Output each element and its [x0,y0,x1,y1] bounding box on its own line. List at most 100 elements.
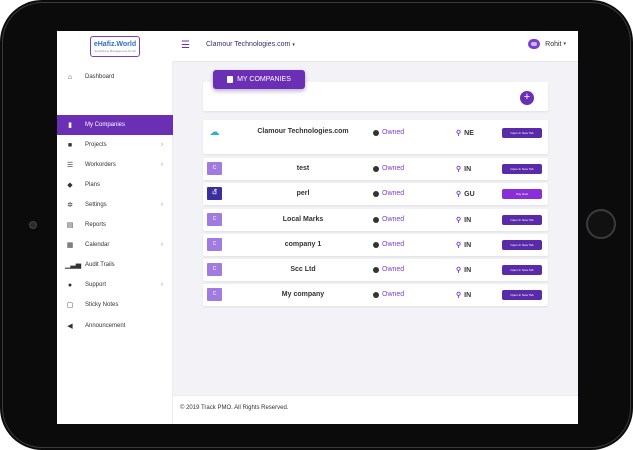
company-location: ⚲ IN [456,241,471,249]
status-dot-icon [373,291,379,298]
status-text: Owned [382,291,405,298]
location-code: NE [464,130,474,137]
status-dot-icon [373,165,379,172]
sidebar-item-sticky-notes[interactable]: ▢ Sticky Notes [57,295,173,315]
pay-now-button[interactable]: Pay Now [502,189,542,199]
building-icon: ▮ [68,122,72,129]
list-icon: ☰ [66,162,74,169]
sidebar-item-label: Calendar [85,242,110,248]
sidebar-item-reports[interactable]: ▤ Reports [57,215,173,235]
chevron-down-icon: ▾ [292,42,295,48]
map-pin-icon: ⚲ [456,191,462,198]
status-badge: Owned [373,165,404,172]
open-in-new-tab-button[interactable]: Open In New Tab [502,164,542,174]
calendar-icon: ▦ [66,242,74,249]
company-location: ⚲ GU [456,190,475,198]
app-screen: eHafiz.World Simplifying Management for … [57,31,578,424]
sidebar-item-workorders[interactable]: ☰ Workorders › [57,155,173,175]
logo-badge: eHafiz.World Simplifying Management for … [90,36,140,57]
sidebar-item-label: Audit Trails [85,262,115,268]
sidebar-item-plans[interactable]: ◆ Plans [57,175,173,195]
chevron-right-icon: › [161,242,163,248]
add-company-button[interactable]: + [520,91,534,105]
location-code: IN [464,166,472,173]
sidebar-item-support[interactable]: ● Support › [57,275,173,295]
status-text: Owned [382,241,405,248]
logo-tagline: Simplifying Management for All [94,48,136,53]
company-location: ⚲ IN [456,291,471,299]
footer: © 2019 Track PMO. All Rights Reserved. [173,395,578,424]
folder-icon: ■ [67,141,73,149]
hamburger-menu-icon[interactable]: ☰ [181,40,190,51]
status-text: Owned [382,266,405,273]
user-menu[interactable]: Rohit ▾ [528,39,566,49]
company-row[interactable]: ☁ Clamour Technologies.com Owned ⚲ NE Ope… [203,120,548,154]
company-row[interactable]: C Scc Ltd Owned ⚲ IN Open In New Tab [203,259,548,281]
sidebar-item-label: Announcement [85,323,126,329]
sidebar-item-label: Plans [85,182,101,188]
company-logo: C [207,288,222,301]
company-location: ⚲ NE [456,129,474,137]
cube-icon: ◆ [67,182,73,189]
company-logo: C [207,238,222,251]
company-row[interactable]: C test Owned ⚲ IN Open In New Tab [203,158,548,180]
company-name: company 1 [284,241,322,248]
open-in-new-tab-button[interactable]: Open In New Tab [502,290,542,300]
sidebar-item-dashboard[interactable]: ⌂ Dashboard [57,67,173,87]
map-pin-icon: ⚲ [456,166,462,173]
sidebar-item-label: Projects [85,142,107,148]
gear-icon: ✲ [67,202,73,209]
location-code: IN [464,267,472,274]
company-logo: பீ [207,187,222,200]
sidebar-item-label: Support [85,282,107,288]
page-title-text: MY COMPANIES [237,76,291,83]
company-row[interactable]: C My company Owned ⚲ IN Open In New Tab [203,284,548,306]
chevron-right-icon: › [161,142,163,148]
sidebar-item-announcement[interactable]: ◀ Announcement [57,316,173,336]
status-dot-icon [373,241,379,248]
map-pin-icon: ⚲ [456,267,462,274]
status-text: Owned [382,165,405,172]
sidebar-item-audit-trails[interactable]: ▁▃▅ Audit Trails [57,255,173,275]
location-code: IN [464,242,472,249]
sidebar-item-calendar[interactable]: ▦ Calendar › [57,235,173,255]
main-content: + MY COMPANIES ☁ Clamour Technologies.co… [173,62,578,424]
sidebar-item-my-companies[interactable]: ▮ My Companies [57,115,173,135]
map-pin-icon: ⚲ [456,130,462,137]
company-row[interactable]: C Local Marks Owned ⚲ IN Open In New Tab [203,209,548,231]
user-name: Rohit [545,40,562,48]
company-selector[interactable]: Clamour Technologies.com ▾ [206,41,295,48]
home-button[interactable] [586,209,616,239]
company-location: ⚲ IN [456,266,471,274]
open-in-new-tab-button[interactable]: Open In New Tab [502,240,542,250]
company-name: My company [281,291,325,298]
report-icon: ▤ [66,222,74,229]
page-title: MY COMPANIES [213,70,305,89]
company-row[interactable]: பீ perl Owned ⚲ GU Pay Now [203,183,548,205]
company-row[interactable]: C company 1 Owned ⚲ IN Open In New Tab [203,234,548,256]
home-icon: ⌂ [67,73,73,81]
sidebar: ⌂ Dashboard ▮ My Companies ■ Projects › … [57,62,173,424]
status-dot-icon [373,129,379,136]
sidebar-item-label: Workorders [85,162,116,168]
status-text: Owned [382,216,405,223]
location-code: IN [464,217,472,224]
open-in-new-tab-button[interactable]: Open In New Tab [502,128,542,138]
status-dot-icon [373,190,379,197]
open-in-new-tab-button[interactable]: Open In New Tab [502,215,542,225]
brand-logo[interactable]: eHafiz.World Simplifying Management for … [57,31,173,62]
company-name: Local Marks [282,216,324,223]
open-in-new-tab-button[interactable]: Open In New Tab [502,265,542,275]
sidebar-item-projects[interactable]: ■ Projects › [57,135,173,155]
status-badge: Owned [373,190,404,197]
logo-text: eHafiz.World [93,40,137,48]
location-code: GU [464,191,475,198]
sidebar-item-settings[interactable]: ✲ Settings › [57,195,173,215]
company-selector-label: Clamour Technologies.com [206,41,291,48]
chevron-right-icon: › [161,202,163,208]
map-pin-icon: ⚲ [456,292,462,299]
status-text: Owned [382,129,405,136]
status-badge: Owned [373,216,404,223]
sidebar-item-label: Reports [85,222,107,228]
help-icon: ● [67,281,73,289]
